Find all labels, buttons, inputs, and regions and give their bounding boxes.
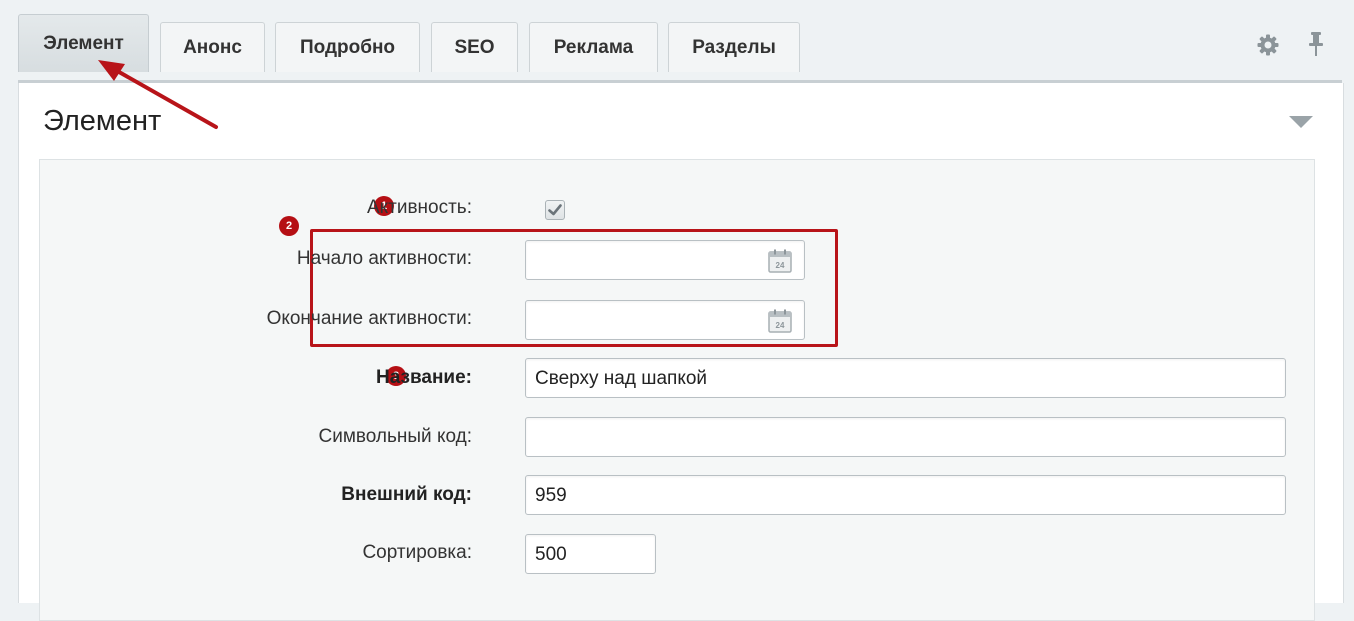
triangle-down-icon[interactable] — [1289, 116, 1313, 128]
sort-label: Сортировка: — [362, 542, 472, 563]
external-code-input[interactable]: 959 — [525, 475, 1286, 515]
tab-details[interactable]: Подробно — [275, 22, 420, 72]
tab-announce[interactable]: Анонс — [160, 22, 265, 72]
external-code-label: Внешний код: — [341, 484, 472, 505]
calendar-icon[interactable]: 24 — [768, 249, 792, 273]
sort-input[interactable]: 500 — [525, 534, 656, 574]
name-label: Название: — [375, 367, 472, 388]
active-to-input[interactable]: 24 — [525, 300, 805, 340]
gear-icon[interactable] — [1256, 33, 1280, 57]
code-label: Символьный код: — [318, 426, 473, 447]
form-area: 1 Активность: 2 Начало активности: 24 Ок… — [39, 159, 1315, 621]
tab-advertising[interactable]: Реклама — [529, 22, 658, 72]
active-from-input[interactable]: 24 — [525, 240, 805, 280]
active-checkbox[interactable] — [545, 200, 565, 220]
active-from-label: Начало активности: — [296, 248, 472, 269]
tab-element[interactable]: Элемент — [18, 14, 149, 72]
badge-2: 2 — [279, 216, 299, 236]
name-input[interactable]: Сверху над шапкой — [525, 358, 1286, 398]
tab-bar: Элемент Анонс Подробно SEO Реклама Разде… — [0, 0, 1354, 84]
tab-seo[interactable]: SEO — [431, 22, 518, 72]
pin-icon[interactable] — [1304, 30, 1328, 56]
element-panel: Элемент 1 Активность: 2 Начало активност… — [18, 83, 1344, 621]
section-title: Элемент — [43, 105, 162, 137]
code-input[interactable] — [525, 417, 1286, 457]
active-to-label: Окончание активности: — [266, 308, 472, 329]
tab-sections[interactable]: Разделы — [668, 22, 800, 72]
checkmark-icon — [548, 204, 562, 216]
calendar-day: 24 — [776, 321, 785, 330]
active-label: Активность: — [366, 197, 472, 218]
calendar-icon[interactable]: 24 — [768, 309, 792, 333]
calendar-day: 24 — [776, 261, 785, 270]
